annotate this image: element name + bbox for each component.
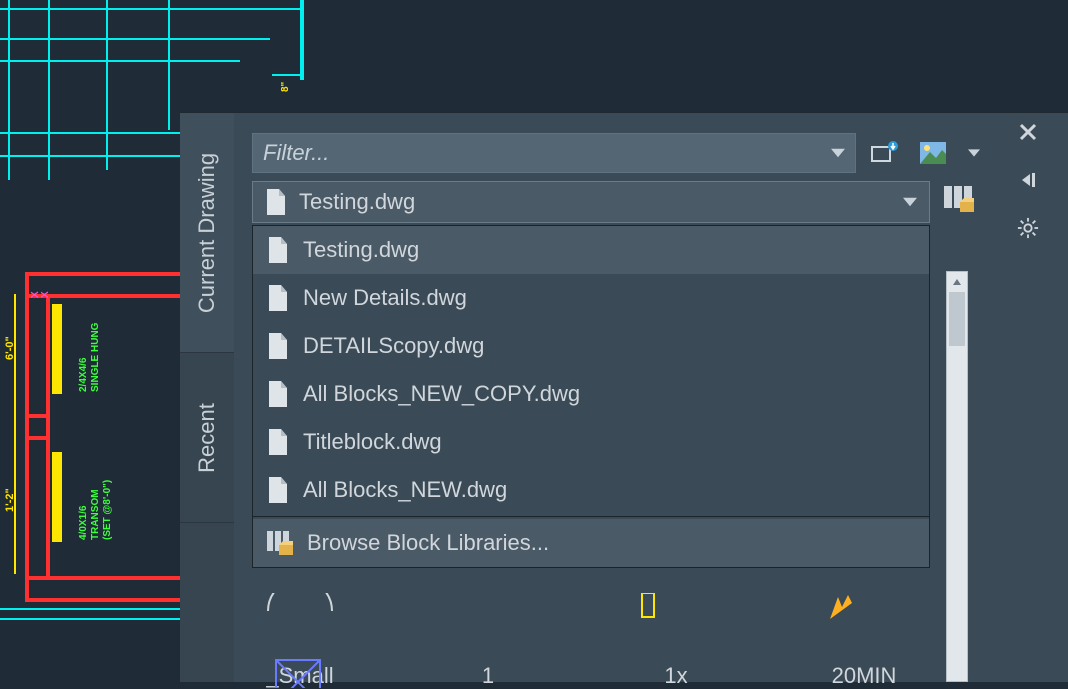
thumb-label: 20MIN xyxy=(832,663,897,689)
thumb-label: 1 xyxy=(482,663,494,689)
dropdown-item[interactable]: New Details.dwg xyxy=(253,274,929,322)
window-callout: 2/4X4/6 xyxy=(78,358,89,392)
dropdown-item-label: DETAILScopy.dwg xyxy=(303,333,484,359)
block-library-icon[interactable] xyxy=(942,181,976,215)
file-icon xyxy=(267,333,289,359)
dock-icon[interactable] xyxy=(1015,167,1041,193)
scroll-thumb[interactable] xyxy=(949,292,965,346)
view-options-dropdown-icon[interactable] xyxy=(966,138,982,168)
dropdown-item-label: All Blocks_NEW.dwg xyxy=(303,477,507,503)
dropdown-item-label: Titleblock.dwg xyxy=(303,429,442,455)
window-callout: TRANSOM xyxy=(90,489,101,540)
filter-placeholder: Filter... xyxy=(263,140,329,166)
dropdown-item[interactable]: All Blocks_NEW_COPY.dwg xyxy=(253,370,929,418)
window-callout: 4/0X1/6 xyxy=(78,506,89,540)
file-select[interactable]: Testing.dwg xyxy=(252,181,930,223)
browse-libraries-label: Browse Block Libraries... xyxy=(307,530,549,556)
cad-label: X xyxy=(40,291,51,298)
dropdown-item-label: New Details.dwg xyxy=(303,285,467,311)
block-thumb[interactable] xyxy=(274,658,322,688)
filter-row: Filter... xyxy=(252,131,982,175)
file-icon xyxy=(267,429,289,455)
filter-input[interactable]: Filter... xyxy=(252,133,856,173)
dropdown-item[interactable]: All Blocks_NEW.dwg xyxy=(253,466,929,514)
blocks-panel: Current Drawing Recent Filter... xyxy=(180,112,1068,682)
tab-recent[interactable]: Recent xyxy=(180,353,234,523)
thumbnail-view-icon[interactable] xyxy=(918,138,948,168)
chevron-down-icon[interactable] xyxy=(903,195,917,209)
insert-block-icon[interactable] xyxy=(870,138,900,168)
selected-file-label: Testing.dwg xyxy=(299,189,415,215)
window-callout: (SET @8'-0") xyxy=(102,480,113,540)
dropdown-item-label: Testing.dwg xyxy=(303,237,419,263)
file-icon xyxy=(267,285,289,311)
block-thumb[interactable]: 20MIN xyxy=(824,593,904,689)
panel-side-toolbar xyxy=(1008,119,1048,241)
panel-body: Filter... xyxy=(234,113,1068,682)
tab-label: Recent xyxy=(194,403,220,473)
chevron-down-icon[interactable] xyxy=(831,146,845,160)
browse-libraries-item[interactable]: Browse Block Libraries... xyxy=(253,519,929,567)
block-thumb[interactable]: 1x xyxy=(636,593,716,689)
thumb-label: 1x xyxy=(664,663,687,689)
dropdown-item-label: All Blocks_NEW_COPY.dwg xyxy=(303,381,580,407)
file-icon xyxy=(265,189,287,215)
thumbnail-scrollbar[interactable] xyxy=(946,271,968,682)
tab-current-drawing[interactable]: Current Drawing xyxy=(180,113,234,353)
dropdown-separator xyxy=(253,516,929,517)
settings-gear-icon[interactable] xyxy=(1015,215,1041,241)
file-icon xyxy=(267,381,289,407)
file-icon xyxy=(267,477,289,503)
tab-label: Current Drawing xyxy=(194,152,220,312)
dropdown-item[interactable]: DETAILScopy.dwg xyxy=(253,322,929,370)
file-dropdown: Testing.dwg New Details.dwg DETAILScopy.… xyxy=(252,225,930,568)
close-icon[interactable] xyxy=(1015,119,1041,145)
dimension-small: 8" xyxy=(280,82,291,92)
file-icon xyxy=(267,237,289,263)
dropdown-item[interactable]: Testing.dwg xyxy=(253,226,929,274)
scroll-up-arrow[interactable] xyxy=(947,272,967,292)
window-callout: SINGLE HUNG xyxy=(90,323,101,392)
library-folder-icon xyxy=(267,531,293,555)
dropdown-item[interactable]: Titleblock.dwg xyxy=(253,418,929,466)
panel-tabstrip: Current Drawing Recent xyxy=(180,113,234,682)
block-thumb[interactable]: 1 xyxy=(448,593,528,689)
